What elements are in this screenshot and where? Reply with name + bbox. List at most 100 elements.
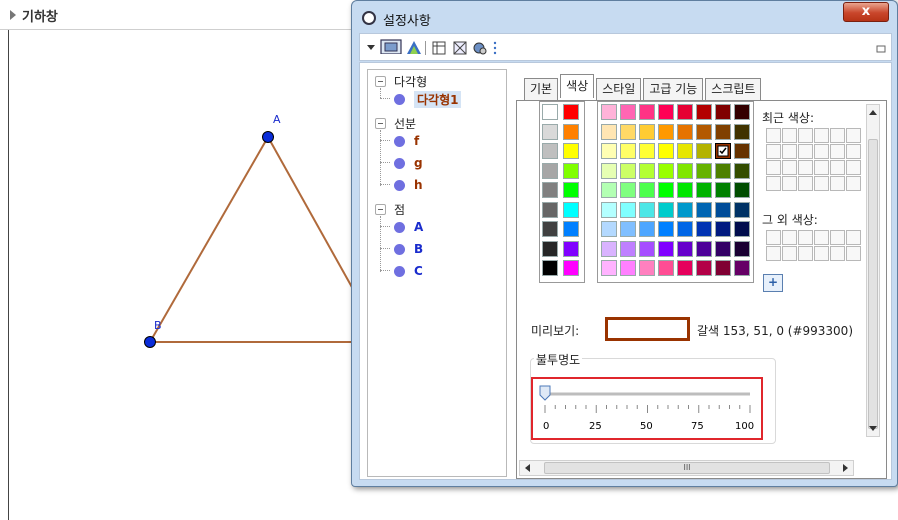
palette-swatch[interactable]	[601, 143, 617, 159]
vertical-scroll-thumb[interactable]	[868, 139, 878, 429]
palette-swatch[interactable]	[658, 240, 674, 257]
palette-swatch[interactable]	[639, 123, 655, 140]
palette-swatch[interactable]	[677, 221, 693, 237]
palette-swatch[interactable]	[715, 182, 731, 198]
algebra-view-icon[interactable]	[432, 40, 446, 56]
graphics-view-icon[interactable]	[380, 38, 402, 54]
dialog-titlebar[interactable]: 설정사항 x	[352, 1, 897, 33]
recent-color-cell[interactable]	[782, 160, 797, 175]
recent-color-cell[interactable]	[846, 128, 861, 143]
palette-swatch[interactable]	[620, 162, 636, 179]
geometry-canvas[interactable]: A B	[0, 30, 360, 520]
custom-color-cell[interactable]	[830, 230, 845, 245]
palette-swatch[interactable]	[620, 104, 636, 120]
palette-swatch[interactable]	[677, 240, 693, 257]
recent-color-cell[interactable]	[814, 176, 829, 191]
palette-swatch[interactable]	[601, 162, 617, 179]
expand-arrow-icon[interactable]	[10, 10, 16, 20]
recent-color-cell[interactable]	[798, 176, 813, 191]
custom-color-cell[interactable]	[798, 230, 813, 245]
palette-swatch[interactable]	[620, 240, 636, 257]
palette-swatch[interactable]	[601, 123, 617, 140]
palette-swatch[interactable]	[601, 201, 617, 218]
palette-swatch[interactable]	[620, 123, 636, 140]
palette-swatch[interactable]	[734, 221, 750, 237]
palette-swatch[interactable]	[620, 260, 636, 276]
collapse-icon[interactable]	[375, 117, 386, 129]
opacity-slider[interactable]: 0 25 50 75 100	[537, 381, 759, 435]
palette-swatch[interactable]	[734, 182, 750, 198]
gray-swatch[interactable]	[542, 143, 558, 159]
recent-color-cell[interactable]	[830, 128, 845, 143]
recent-color-cell[interactable]	[830, 144, 845, 159]
recent-color-cell[interactable]	[782, 176, 797, 191]
advanced-settings-icon[interactable]	[472, 40, 488, 56]
palette-swatch[interactable]	[696, 104, 712, 120]
palette-swatch[interactable]	[658, 182, 674, 198]
collapse-icon[interactable]	[375, 75, 386, 87]
palette-swatch[interactable]	[658, 260, 674, 276]
palette-swatch[interactable]	[639, 104, 655, 120]
palette-swatch[interactable]	[639, 260, 655, 276]
palette-swatch[interactable]	[677, 260, 693, 276]
recent-color-cell[interactable]	[830, 160, 845, 175]
palette-swatch[interactable]	[677, 182, 693, 198]
bright-swatch[interactable]	[563, 201, 579, 218]
palette-swatch[interactable]	[734, 104, 750, 120]
palette-swatch[interactable]	[715, 123, 731, 140]
bright-swatch[interactable]	[563, 123, 579, 140]
tab-basic[interactable]: 기본	[524, 78, 559, 100]
gray-swatch[interactable]	[542, 162, 558, 179]
palette-swatch[interactable]	[715, 104, 731, 120]
recent-color-cell[interactable]	[798, 144, 813, 159]
geometry-icon[interactable]	[406, 40, 422, 56]
recent-color-cell[interactable]	[830, 176, 845, 191]
tree-item-h[interactable]: h	[394, 176, 423, 194]
bright-swatch[interactable]	[563, 260, 579, 276]
tree-item-polygon1[interactable]: 다각형1	[394, 90, 462, 108]
bright-swatch[interactable]	[563, 143, 579, 159]
recent-color-cell[interactable]	[814, 160, 829, 175]
palette-swatch[interactable]	[715, 162, 731, 179]
palette-swatch[interactable]	[639, 201, 655, 218]
palette-swatch[interactable]	[601, 240, 617, 257]
bright-swatch[interactable]	[563, 240, 579, 257]
palette-swatch[interactable]	[696, 182, 712, 198]
recent-color-cell[interactable]	[782, 128, 797, 143]
palette-swatch[interactable]	[696, 123, 712, 140]
recent-color-cell[interactable]	[766, 160, 781, 175]
palette-swatch[interactable]	[639, 143, 655, 159]
segment-g[interactable]	[149, 136, 269, 343]
palette-swatch[interactable]	[639, 240, 655, 257]
scroll-right-icon[interactable]	[839, 461, 851, 475]
recent-color-cell[interactable]	[766, 144, 781, 159]
palette-swatch[interactable]	[601, 260, 617, 276]
palette-swatch[interactable]	[696, 162, 712, 179]
palette-swatch[interactable]	[639, 162, 655, 179]
custom-color-cell[interactable]	[814, 230, 829, 245]
gray-swatch[interactable]	[542, 201, 558, 218]
bright-swatch[interactable]	[563, 221, 579, 237]
palette-swatch[interactable]	[734, 143, 750, 159]
palette-swatch[interactable]	[715, 201, 731, 218]
custom-color-cell[interactable]	[782, 230, 797, 245]
gray-swatch[interactable]	[542, 260, 558, 276]
tree-item-c[interactable]: C	[394, 262, 423, 280]
scroll-up-icon[interactable]	[867, 107, 879, 119]
tab-style[interactable]: 스타일	[596, 78, 642, 100]
palette-swatch[interactable]	[658, 221, 674, 237]
tree-group-segment[interactable]: 선분	[375, 114, 416, 132]
palette-swatch[interactable]	[715, 260, 731, 276]
custom-color-cell[interactable]	[766, 230, 781, 245]
custom-color-cell[interactable]	[830, 246, 845, 261]
gray-swatch[interactable]	[542, 240, 558, 257]
palette-swatch[interactable]	[601, 182, 617, 198]
recent-color-cell[interactable]	[814, 144, 829, 159]
toolbar-menu-arrow-icon[interactable]	[366, 40, 376, 56]
custom-color-cell[interactable]	[846, 230, 861, 245]
palette-swatch[interactable]	[658, 104, 674, 120]
gray-swatch[interactable]	[542, 182, 558, 198]
scroll-left-icon[interactable]	[522, 461, 534, 475]
palette-swatch[interactable]	[639, 221, 655, 237]
point-a[interactable]	[262, 131, 274, 143]
